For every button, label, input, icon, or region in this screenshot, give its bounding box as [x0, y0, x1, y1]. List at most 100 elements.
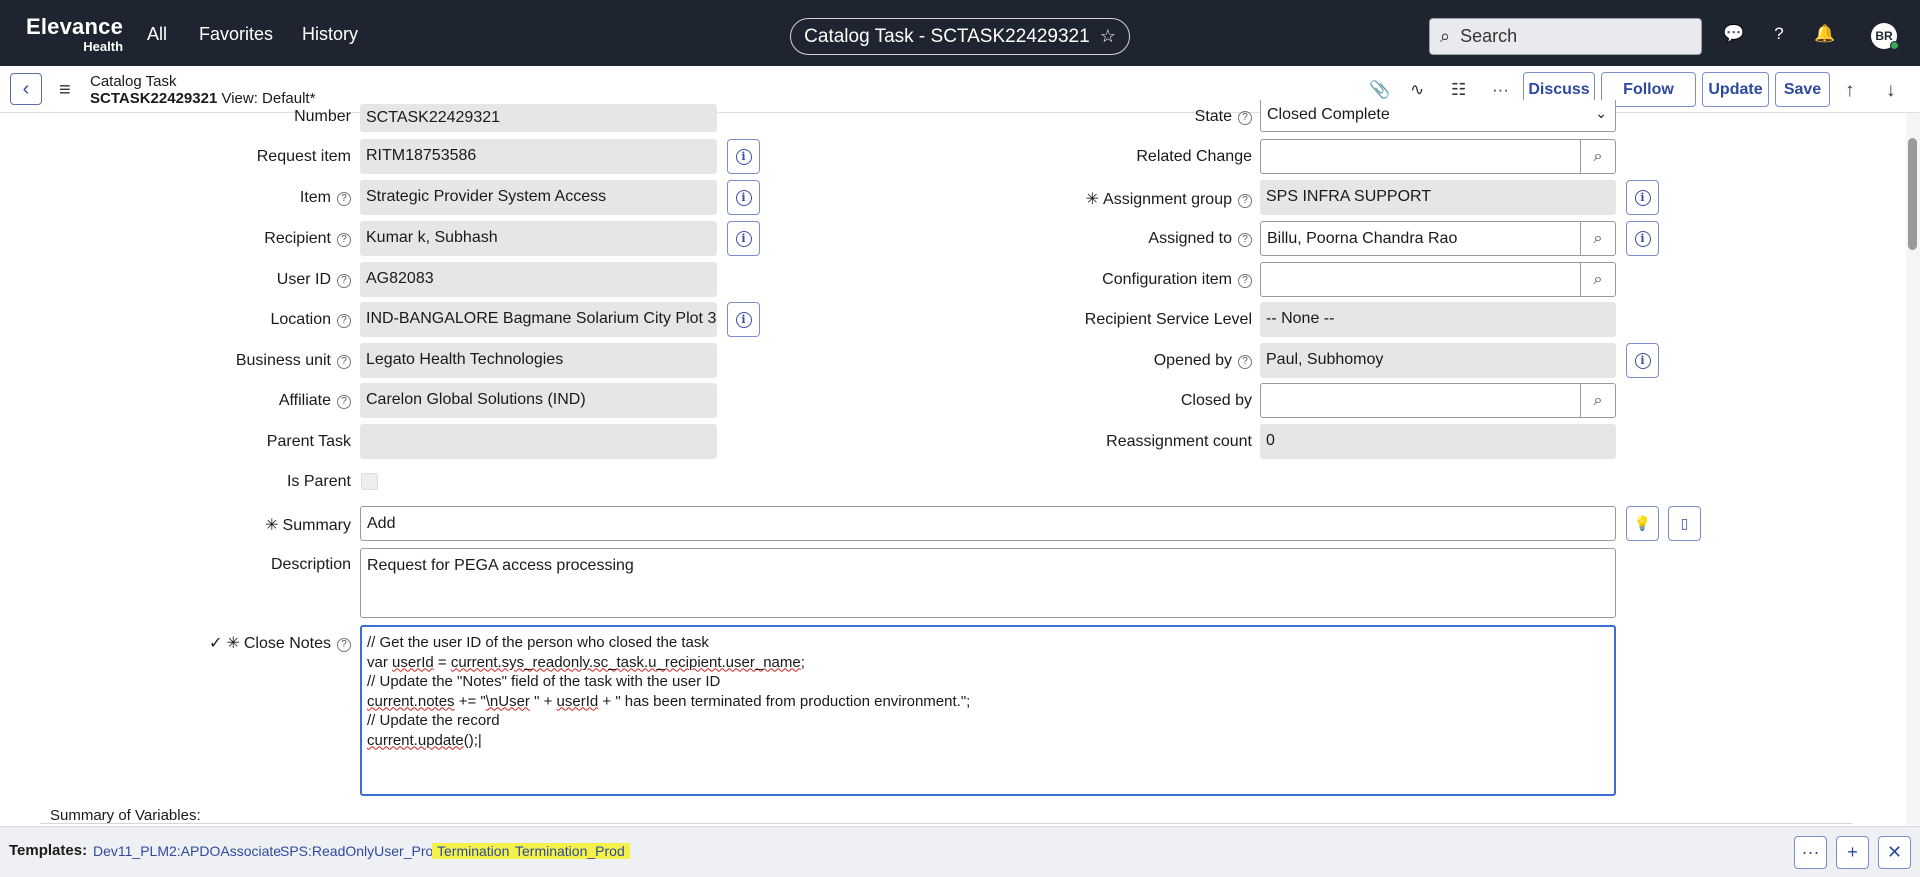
- closed-by-lookup-button[interactable]: ⌕: [1580, 383, 1616, 418]
- item-field[interactable]: Strategic Provider System Access: [360, 180, 717, 215]
- update-button[interactable]: Update: [1702, 72, 1769, 107]
- attachment-icon[interactable]: 📎: [1369, 80, 1390, 100]
- location-field[interactable]: IND-BANGALORE Bagmane Solarium City Plot…: [360, 302, 717, 337]
- more-options-icon: ···: [1801, 842, 1820, 862]
- configuration-item-lookup-button[interactable]: ⌕: [1580, 262, 1616, 297]
- required-asterisk-icon: ✳: [226, 635, 240, 652]
- info-icon: i: [735, 311, 752, 328]
- number-field[interactable]: SCTASK22429321: [360, 104, 717, 132]
- affiliate-field[interactable]: Carelon Global Solutions (IND): [360, 383, 717, 418]
- configuration-item-field[interactable]: [1260, 262, 1582, 297]
- elevance-health-logo[interactable]: Elevance Health: [26, 16, 124, 54]
- template-link-termination-prod[interactable]: Termination_Prod: [513, 843, 630, 859]
- reassignment-count-field[interactable]: 0: [1260, 424, 1616, 459]
- back-button[interactable]: ‹: [10, 73, 42, 105]
- form-table-name: Catalog Task: [90, 73, 177, 90]
- request-item-info-button[interactable]: i: [727, 139, 760, 174]
- help-icon[interactable]: ?: [1238, 274, 1252, 288]
- nav-history[interactable]: History: [302, 24, 358, 45]
- related-change-lookup-button[interactable]: ⌕: [1580, 139, 1616, 174]
- search-icon: ⌕: [1440, 26, 1451, 46]
- opened-by-info-button[interactable]: i: [1626, 343, 1659, 378]
- recipient-info-button[interactable]: i: [727, 221, 760, 256]
- close-notes-line: // Update the "Notes" field of the task …: [367, 673, 721, 690]
- assigned-to-field[interactable]: Billu, Poorna Chandra Rao: [1260, 221, 1582, 256]
- close-templates-button[interactable]: ✕: [1878, 836, 1911, 869]
- description-textarea[interactable]: Request for PEGA access processing: [360, 548, 1616, 618]
- assigned-to-lookup-button[interactable]: ⌕: [1580, 221, 1616, 256]
- assignment-group-info-button[interactable]: i: [1626, 180, 1659, 215]
- help-icon[interactable]: ?: [1238, 355, 1252, 369]
- help-icon[interactable]: ?: [337, 355, 351, 369]
- info-icon: i: [1634, 352, 1651, 369]
- suggestion-lightbulb-button[interactable]: 💡: [1626, 506, 1659, 541]
- close-notes-line: // Update the record: [367, 712, 500, 729]
- form-subtitle: SCTASK22429321 View: Default*: [90, 90, 315, 107]
- assigned-to-info-button[interactable]: i: [1626, 221, 1659, 256]
- template-link[interactable]: Dev11_PLM2:APDOAssociate: [93, 843, 281, 859]
- form-header: ‹ ≡ Catalog Task SCTASK22429321 View: De…: [0, 66, 1920, 113]
- state-select[interactable]: Closed Complete ⌄: [1260, 100, 1616, 132]
- record-title: Catalog Task - SCTASK22429321: [804, 25, 1090, 47]
- chat-icon[interactable]: 💬: [1723, 24, 1744, 44]
- assignment-group-field[interactable]: SPS INFRA SUPPORT: [1260, 180, 1616, 215]
- summary-field[interactable]: Add: [360, 506, 1616, 541]
- save-button[interactable]: Save: [1775, 72, 1830, 107]
- summary-template-button[interactable]: ▯: [1668, 506, 1701, 541]
- plus-icon: +: [1847, 842, 1858, 862]
- help-icon[interactable]: ?: [337, 192, 351, 206]
- recipient-label: Recipient?: [264, 230, 351, 248]
- record-title-pill[interactable]: Catalog Task - SCTASK22429321 ☆: [790, 18, 1130, 55]
- add-template-button[interactable]: +: [1836, 836, 1869, 869]
- help-icon[interactable]: ?: [1769, 24, 1789, 44]
- closed-by-field[interactable]: [1260, 383, 1582, 418]
- templates-more-button[interactable]: ···: [1794, 836, 1827, 869]
- template-link-termination[interactable]: Termination: [432, 843, 515, 859]
- user-id-field[interactable]: AG82083: [360, 262, 717, 297]
- help-icon[interactable]: ?: [337, 233, 351, 247]
- global-search[interactable]: ⌕ Search: [1429, 18, 1702, 55]
- template-link[interactable]: SPS:ReadOnlyUser_Prod: [280, 843, 441, 859]
- help-icon[interactable]: ?: [1238, 233, 1252, 247]
- previous-record-arrow-icon[interactable]: ↑: [1845, 80, 1855, 102]
- context-menu-icon[interactable]: ≡: [59, 79, 71, 102]
- nav-all[interactable]: All: [147, 24, 167, 45]
- favorite-star-icon[interactable]: ☆: [1100, 26, 1116, 47]
- help-icon[interactable]: ?: [1238, 194, 1252, 208]
- personalize-settings-icon[interactable]: ☷: [1451, 80, 1466, 100]
- help-icon[interactable]: ?: [1238, 111, 1252, 125]
- close-notes-textarea[interactable]: // Get the user ID of the person who clo…: [360, 625, 1616, 796]
- info-icon: i: [1634, 230, 1651, 247]
- recipient-field[interactable]: Kumar k, Subhash: [360, 221, 717, 256]
- help-icon[interactable]: ?: [337, 395, 351, 409]
- location-info-button[interactable]: i: [727, 302, 760, 337]
- form-record-number: SCTASK22429321: [90, 90, 218, 107]
- form-scrollbar-thumb[interactable]: [1908, 138, 1917, 250]
- item-label: Item?: [300, 189, 351, 207]
- info-icon: i: [735, 148, 752, 165]
- next-record-arrow-icon[interactable]: ↓: [1886, 80, 1896, 102]
- related-change-field[interactable]: [1260, 139, 1582, 174]
- info-icon: i: [1634, 189, 1651, 206]
- activity-pulse-icon[interactable]: ∿: [1410, 80, 1424, 100]
- is-parent-checkbox[interactable]: [361, 473, 378, 490]
- help-icon[interactable]: ?: [337, 314, 351, 328]
- nav-favorites[interactable]: Favorites: [199, 24, 273, 45]
- logo-text-line2: Health: [83, 39, 124, 54]
- summary-label: ✳ Summary: [265, 517, 351, 534]
- help-icon[interactable]: ?: [337, 638, 351, 652]
- recipient-service-level-field[interactable]: -- None --: [1260, 302, 1616, 337]
- opened-by-field[interactable]: Paul, Subhomoy: [1260, 343, 1616, 378]
- request-item-field[interactable]: RITM18753586: [360, 139, 717, 174]
- business-unit-field[interactable]: Legato Health Technologies: [360, 343, 717, 378]
- help-icon[interactable]: ?: [337, 274, 351, 288]
- presence-status-dot: [1890, 41, 1899, 50]
- notifications-bell-icon[interactable]: 🔔: [1814, 24, 1835, 44]
- more-options-icon[interactable]: ···: [1492, 80, 1509, 100]
- item-info-button[interactable]: i: [727, 180, 760, 215]
- info-icon: i: [735, 189, 752, 206]
- parent-task-field[interactable]: [360, 424, 717, 459]
- opened-by-label: Opened by?: [1154, 352, 1252, 370]
- recipient-service-level-label: Recipient Service Level: [1084, 311, 1252, 328]
- form-view-name: View: Default*: [221, 90, 316, 107]
